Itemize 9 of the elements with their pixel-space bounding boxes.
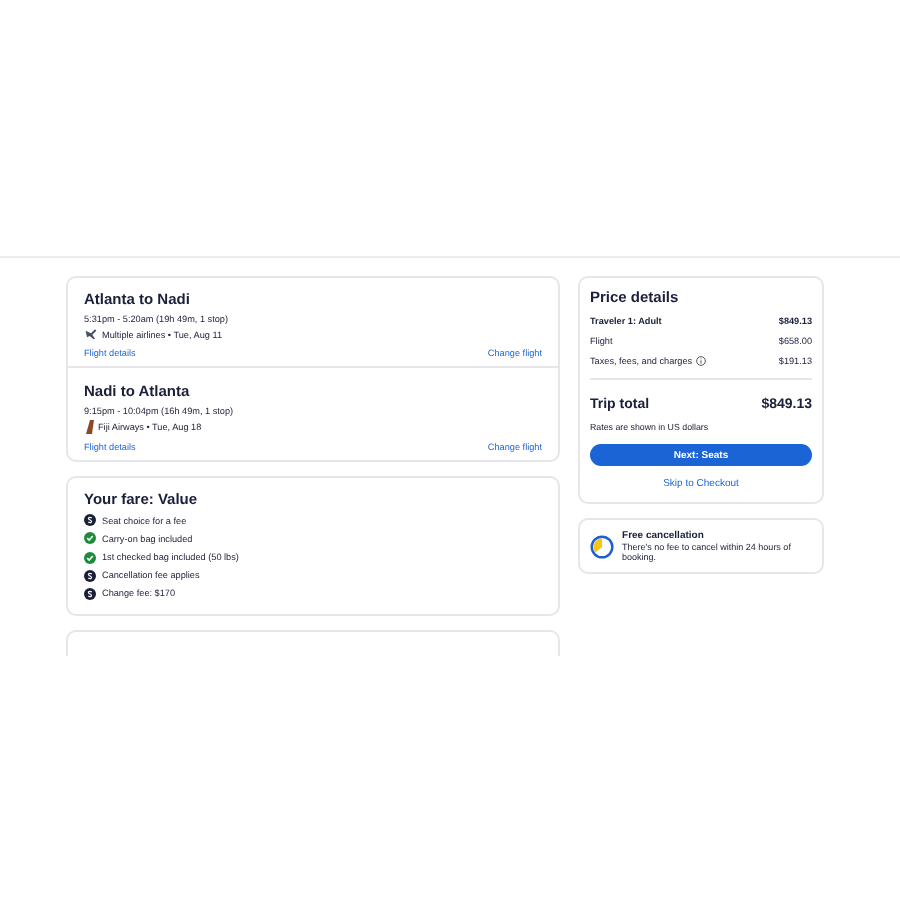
airline-tail-icon: [84, 420, 94, 434]
airplane-icon: [84, 328, 98, 340]
fee-icon: [84, 514, 96, 527]
info-icon[interactable]: [696, 356, 707, 366]
fee-icon: [84, 587, 96, 600]
check-icon: [84, 551, 96, 564]
fee-icon: [84, 569, 96, 582]
check-icon: [84, 532, 96, 545]
clock-icon: [590, 533, 615, 559]
